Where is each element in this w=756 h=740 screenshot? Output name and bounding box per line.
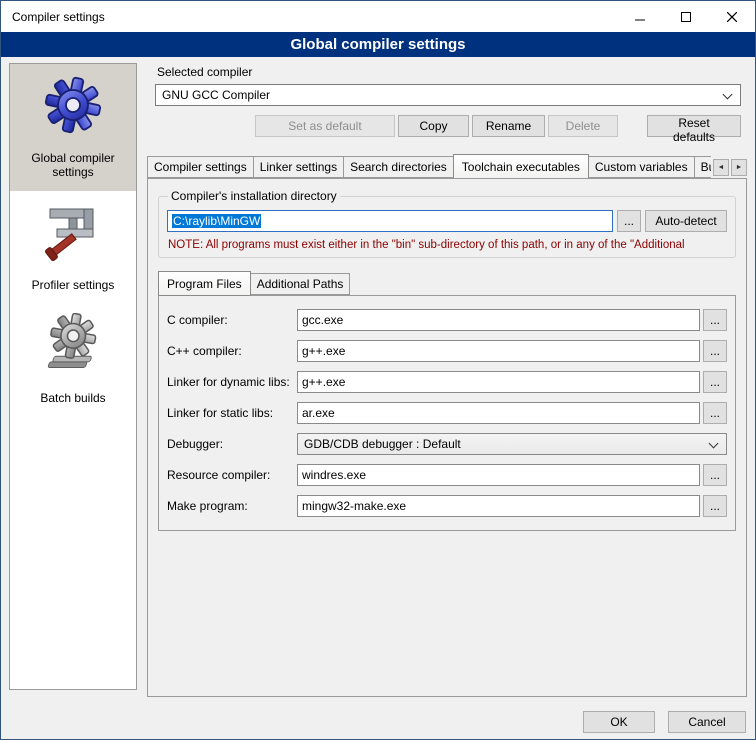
field-row-c-compiler: C compiler: gcc.exe ... (167, 309, 727, 331)
close-button[interactable] (709, 1, 755, 32)
sidebar-item-label: Profiler settings (12, 278, 134, 292)
titlebar: Compiler settings (1, 1, 755, 32)
window-title: Compiler settings (1, 10, 617, 24)
tab-compiler-settings[interactable]: Compiler settings (147, 156, 254, 178)
set-as-default-button: Set as default (255, 115, 395, 137)
compiler-settings-window: Compiler settings Global compiler settin… (0, 0, 756, 740)
reset-defaults-button[interactable]: Reset defaults (647, 115, 741, 137)
sidebar-item-global-compiler-settings[interactable]: Global compiler settings (10, 64, 136, 191)
chevron-down-icon (709, 439, 719, 449)
tab-custom-variables[interactable]: Custom variables (588, 156, 695, 178)
resource-compiler-value: windres.exe (302, 468, 366, 482)
resource-compiler-input[interactable]: windres.exe (297, 464, 700, 486)
blue-gear-icon (12, 72, 134, 138)
tab-build-options[interactable]: Build (694, 156, 711, 178)
tab-toolchain-executables[interactable]: Toolchain executables (453, 154, 589, 178)
gray-gear-stack-icon (12, 312, 134, 378)
make-program-browse-button[interactable]: ... (703, 495, 727, 517)
close-icon (727, 12, 737, 22)
selected-compiler-label: Selected compiler (157, 65, 741, 79)
field-label: Make program: (167, 499, 297, 513)
static-linker-input[interactable]: ar.exe (297, 402, 700, 424)
sidebar-item-label: Global compiler settings (12, 151, 134, 179)
field-row-debugger: Debugger: GDB/CDB debugger : Default (167, 433, 727, 455)
field-label: Linker for static libs: (167, 406, 297, 420)
c-compiler-input[interactable]: gcc.exe (297, 309, 700, 331)
sidebar-item-profiler-settings[interactable]: Profiler settings (10, 191, 136, 304)
compiler-select-value: GNU GCC Compiler (162, 88, 270, 102)
subtab-additional-paths[interactable]: Additional Paths (250, 273, 351, 295)
main-panel: Selected compiler GNU GCC Compiler Set a… (147, 63, 747, 697)
install-dir-group-title: Compiler's installation directory (168, 189, 340, 203)
autodetect-button[interactable]: Auto-detect (645, 210, 727, 232)
minimize-button[interactable] (617, 1, 663, 32)
window-controls (617, 1, 755, 32)
selected-compiler-section: Selected compiler GNU GCC Compiler Set a… (155, 63, 741, 137)
chevron-down-icon (723, 90, 733, 100)
dynamic-linker-browse-button[interactable]: ... (703, 371, 727, 393)
sidebar-item-label: Batch builds (12, 391, 134, 405)
cpp-compiler-input[interactable]: g++.exe (297, 340, 700, 362)
clamp-tool-icon (12, 199, 134, 265)
program-files-panel: C compiler: gcc.exe ... C++ compiler: g+… (158, 295, 736, 531)
debugger-select-value: GDB/CDB debugger : Default (304, 437, 461, 451)
install-dir-value: C:\raylib\MinGW (172, 214, 261, 228)
install-dir-row: C:\raylib\MinGW ... Auto-detect (167, 210, 727, 232)
tab-scroll-left-button[interactable]: ◄ (713, 159, 729, 176)
maximize-button[interactable] (663, 1, 709, 32)
install-dir-note: NOTE: All programs must exist either in … (168, 239, 726, 251)
program-files-tabstrip: Program Files Additional Paths (158, 271, 736, 295)
compiler-select[interactable]: GNU GCC Compiler (155, 84, 741, 106)
field-label: Resource compiler: (167, 468, 297, 482)
delete-button: Delete (548, 115, 618, 137)
field-label: Linker for dynamic libs: (167, 375, 297, 389)
cpp-compiler-value: g++.exe (302, 344, 345, 358)
c-compiler-browse-button[interactable]: ... (703, 309, 727, 331)
minimize-icon (635, 12, 645, 22)
tabs: Compiler settings Linker settings Search… (147, 154, 711, 178)
toolchain-executables-panel: Compiler's installation directory C:\ray… (147, 178, 747, 697)
dialog-banner-title: Global compiler settings (1, 32, 755, 57)
sidebar-item-batch-builds[interactable]: Batch builds (10, 304, 136, 417)
field-label: C compiler: (167, 313, 297, 327)
static-linker-value: ar.exe (302, 406, 335, 420)
cpp-compiler-browse-button[interactable]: ... (703, 340, 727, 362)
make-program-value: mingw32-make.exe (302, 499, 406, 513)
settings-tabstrip: Compiler settings Linker settings Search… (147, 154, 747, 178)
dialog-footer: OK Cancel (1, 703, 755, 733)
tab-scroll-right-button[interactable]: ► (731, 159, 747, 176)
field-label: C++ compiler: (167, 344, 297, 358)
make-program-input[interactable]: mingw32-make.exe (297, 495, 700, 517)
resource-compiler-browse-button[interactable]: ... (703, 464, 727, 486)
copy-button[interactable]: Copy (398, 115, 469, 137)
maximize-icon (681, 12, 691, 22)
subtab-program-files[interactable]: Program Files (158, 271, 251, 296)
install-dir-groupbox: Compiler's installation directory C:\ray… (158, 189, 736, 258)
install-dir-browse-button[interactable]: ... (617, 210, 641, 232)
cancel-button[interactable]: Cancel (668, 711, 746, 733)
tab-linker-settings[interactable]: Linker settings (253, 156, 344, 178)
field-label: Debugger: (167, 437, 297, 451)
c-compiler-value: gcc.exe (302, 313, 343, 327)
field-row-cpp-compiler: C++ compiler: g++.exe ... (167, 340, 727, 362)
field-row-static-linker: Linker for static libs: ar.exe ... (167, 402, 727, 424)
compiler-buttons-row: Set as default Copy Rename Delete Reset … (155, 115, 741, 137)
tab-search-directories[interactable]: Search directories (343, 156, 454, 178)
dialog-body: Global compiler settings Prof (1, 57, 755, 703)
field-row-dynamic-linker: Linker for dynamic libs: g++.exe ... (167, 371, 727, 393)
tab-scroll-buttons: ◄ ► (713, 159, 747, 178)
install-dir-input[interactable]: C:\raylib\MinGW (167, 210, 613, 232)
rename-button[interactable]: Rename (472, 115, 545, 137)
debugger-select[interactable]: GDB/CDB debugger : Default (297, 433, 727, 455)
dynamic-linker-value: g++.exe (302, 375, 345, 389)
ok-button[interactable]: OK (583, 711, 655, 733)
field-row-resource-compiler: Resource compiler: windres.exe ... (167, 464, 727, 486)
settings-sidebar: Global compiler settings Prof (9, 63, 137, 690)
static-linker-browse-button[interactable]: ... (703, 402, 727, 424)
dynamic-linker-input[interactable]: g++.exe (297, 371, 700, 393)
field-row-make-program: Make program: mingw32-make.exe ... (167, 495, 727, 517)
